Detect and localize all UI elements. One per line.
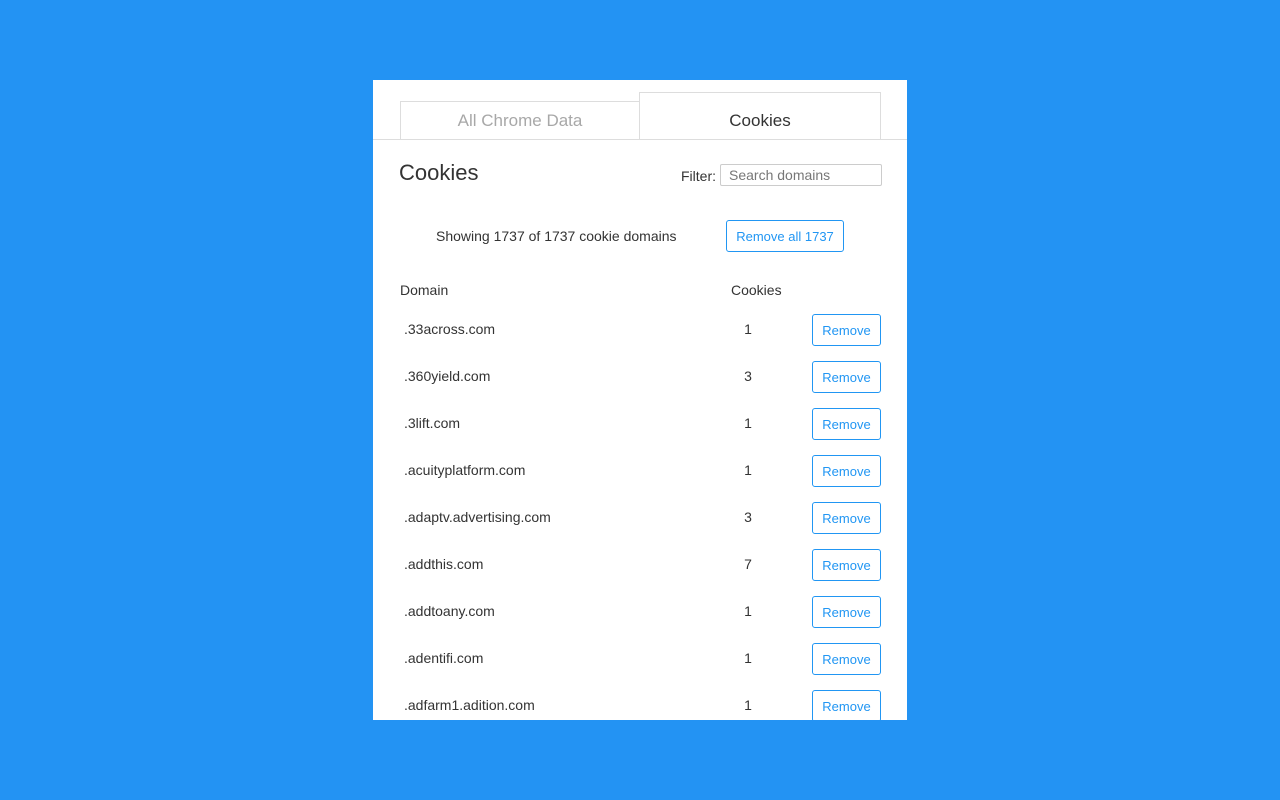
row-cookie-count: 1 xyxy=(744,415,752,431)
remove-button[interactable]: Remove xyxy=(812,643,881,675)
row-cookie-count: 1 xyxy=(744,603,752,619)
row-domain: .360yield.com xyxy=(404,368,491,384)
table-row: .adaptv.advertising.com 3 Remove xyxy=(373,499,907,546)
filter-label: Filter: xyxy=(681,168,716,184)
row-cookie-count: 1 xyxy=(744,697,752,713)
remove-button[interactable]: Remove xyxy=(812,690,881,720)
row-domain: .adaptv.advertising.com xyxy=(404,509,551,525)
table-row: .adentifi.com 1 Remove xyxy=(373,640,907,687)
page-title: Cookies xyxy=(399,160,479,185)
row-domain: .adentifi.com xyxy=(404,650,484,666)
table-row: .acuityplatform.com 1 Remove xyxy=(373,452,907,499)
remove-all-button[interactable]: Remove all 1737 xyxy=(726,220,844,252)
domain-count-summary: Showing 1737 of 1737 cookie domains xyxy=(436,228,677,244)
row-cookie-count: 7 xyxy=(744,556,752,572)
row-cookie-count: 3 xyxy=(744,509,752,525)
remove-button[interactable]: Remove xyxy=(812,361,881,393)
table-row: .addthis.com 7 Remove xyxy=(373,546,907,593)
row-domain: .3lift.com xyxy=(404,415,461,431)
remove-button[interactable]: Remove xyxy=(812,502,881,534)
table-row: .33across.com 1 Remove xyxy=(373,311,907,358)
row-cookie-count: 1 xyxy=(744,321,752,337)
tab-divider xyxy=(373,139,907,140)
tab-bar: All Chrome Data Cookies xyxy=(373,80,907,140)
row-cookie-count: 1 xyxy=(744,650,752,666)
cookie-manager-panel: All Chrome Data Cookies Cookies Filter: … xyxy=(373,80,907,720)
column-header-cookies: Cookies xyxy=(731,282,782,298)
remove-button[interactable]: Remove xyxy=(812,408,881,440)
table-row: .adfarm1.adition.com 1 Remove xyxy=(373,687,907,720)
remove-button[interactable]: Remove xyxy=(812,455,881,487)
row-domain: .addthis.com xyxy=(404,556,484,572)
row-cookie-count: 3 xyxy=(744,368,752,384)
domain-list: .33across.com 1 Remove .360yield.com 3 R… xyxy=(373,311,907,720)
tab-all-chrome-data[interactable]: All Chrome Data xyxy=(400,101,640,140)
table-row: .3lift.com 1 Remove xyxy=(373,405,907,452)
row-domain: .acuityplatform.com xyxy=(404,462,526,478)
row-domain: .adfarm1.adition.com xyxy=(404,697,535,713)
remove-button[interactable]: Remove xyxy=(812,596,881,628)
remove-button[interactable]: Remove xyxy=(812,549,881,581)
table-row: .360yield.com 3 Remove xyxy=(373,358,907,405)
row-domain: .33across.com xyxy=(404,321,496,337)
table-row: .addtoany.com 1 Remove xyxy=(373,593,907,640)
row-cookie-count: 1 xyxy=(744,462,752,478)
column-header-domain: Domain xyxy=(400,282,449,298)
tab-cookies[interactable]: Cookies xyxy=(639,92,881,140)
row-domain: .addtoany.com xyxy=(404,603,495,619)
search-domains-input[interactable] xyxy=(720,164,882,186)
remove-button[interactable]: Remove xyxy=(812,314,881,346)
